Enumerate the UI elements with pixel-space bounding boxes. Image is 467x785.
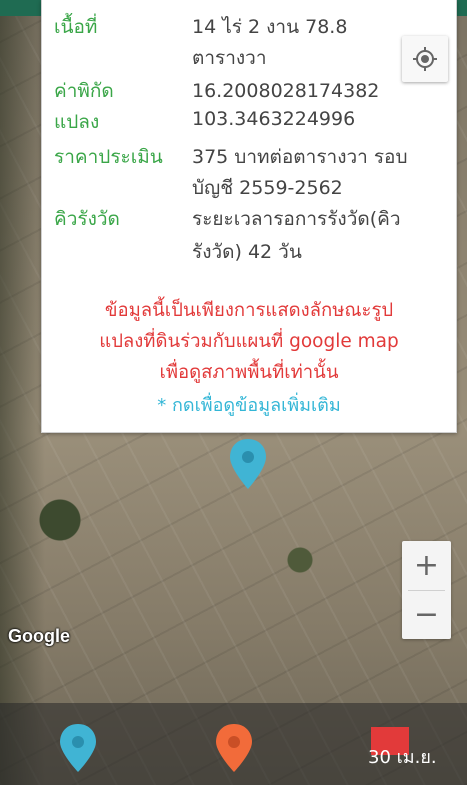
coordinate-label-line1: ค่าพิกัด	[54, 80, 114, 102]
survey-queue-line1: ระยะเวลารอการรังวัด(คิว	[192, 208, 401, 230]
appraisal-price-line1: 375 บาทต่อตารางวา รอบ	[192, 146, 408, 168]
area-label: เนื้อที่	[54, 16, 98, 38]
zoom-in-button[interactable]: +	[402, 541, 451, 590]
parcel-marker-icon[interactable]	[58, 722, 98, 774]
disclaimer-line2: แปลงที่ดินร่วมกับแผนที่ google map	[99, 331, 399, 352]
date-label[interactable]: 30 เม.ย.	[368, 742, 437, 771]
current-location-marker-icon[interactable]	[214, 722, 254, 774]
appraisal-price-line2: บัญชี 2559-2562	[192, 177, 343, 199]
coordinate-label-line2: แปลง	[54, 111, 100, 133]
survey-queue-label: คิวรังวัด	[54, 208, 120, 230]
my-location-icon	[413, 47, 437, 71]
google-attribution: Google	[8, 626, 70, 646]
survey-queue-line2: รังวัด) 42 วัน	[192, 241, 302, 263]
longitude-value: 103.3463224996	[192, 108, 356, 130]
map-marker-icon[interactable]	[228, 437, 268, 491]
zoom-controls: + −	[402, 541, 451, 639]
my-location-button[interactable]	[402, 36, 448, 82]
parcel-info-card[interactable]: เนื้อที่ 14 ไร่ 2 งาน 78.8 ตารางวา ค่าพิ…	[41, 0, 457, 433]
map-shade	[0, 0, 45, 785]
disclaimer-line1: ข้อมูลนี้เป็นเพียงการแสดงลักษณะรูป	[104, 300, 394, 321]
disclaimer-line3: เพื่อดูสภาพพื้นที่เท่านั้น	[159, 362, 339, 383]
zoom-out-button[interactable]: −	[402, 590, 451, 639]
appraisal-price-label: ราคาประเมิน	[54, 146, 163, 168]
more-info-link[interactable]: * กดเพื่อดูข้อมูลเพิ่มเติม	[56, 392, 442, 420]
